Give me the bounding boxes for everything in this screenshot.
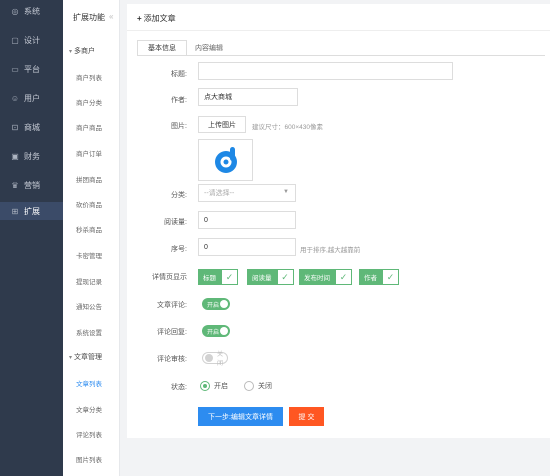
nav-label: 商城 [24, 122, 40, 132]
nav-item-system[interactable]: ◎ 系统 [0, 2, 63, 20]
category-label: 分类: [171, 192, 187, 199]
checkbox-author[interactable]: 作者 ✓ [359, 269, 399, 285]
building-icon: ♛ [11, 180, 19, 190]
nav-item-extensions[interactable]: ⊞ 扩展 [0, 202, 63, 220]
submenu-item[interactable]: 文章分类 [76, 404, 102, 414]
title-input[interactable] [198, 62, 453, 80]
submenu-item[interactable]: 秒杀商品 [76, 224, 102, 234]
title-label: 标题: [171, 71, 187, 78]
check-icon: ✓ [382, 269, 399, 285]
submenu-item[interactable]: 提现记录 [76, 276, 102, 286]
reads-label: 阅读量: [164, 219, 187, 226]
reply-switch[interactable]: 开启 [202, 325, 230, 337]
page-title: + 添加文章 [137, 14, 176, 23]
nav-item-marketing[interactable]: ♛ 营销 [0, 176, 63, 194]
nav-label: 系统 [24, 6, 40, 16]
submenu-item[interactable]: 商户分类 [76, 97, 102, 107]
upload-image-button[interactable]: 上传图片 [198, 116, 246, 133]
chevron-down-icon: ▼ [283, 189, 289, 195]
status-radio-off[interactable]: 关闭 [244, 381, 272, 391]
submenu-item[interactable]: 商户商品 [76, 122, 102, 132]
collapse-icon[interactable]: « [109, 12, 117, 22]
status-radio-on[interactable]: 开启 [200, 381, 228, 391]
nav-label: 用户 [24, 93, 40, 103]
main-panel: + 添加文章 基本信息 内容编辑 标题: 作者: 点大商城 图片: 上传图片 建议… [127, 4, 550, 438]
nav-item-platform[interactable]: ▭ 平台 [0, 60, 63, 78]
order-hint: 用于排序,越大越靠前 [300, 247, 361, 254]
monitor-icon: ▢ [11, 35, 19, 45]
user-icon: ☺ [10, 93, 20, 103]
image-size-hint: 建议尺寸：600×430像素 [252, 124, 323, 131]
audit-label: 评论审核: [157, 356, 187, 363]
submenu-item[interactable]: 商户订单 [76, 148, 102, 158]
author-input[interactable]: 点大商城 [198, 88, 298, 106]
check-icon: ✓ [221, 269, 238, 285]
caret-down-icon: ▾ [69, 49, 73, 55]
secondary-sidebar: 扩展功能 « ▾ 多商户 商户列表 商户分类 商户商品 商户订单 拼团商品 砍价商… [63, 0, 120, 476]
image-label: 图片: [171, 123, 187, 130]
audit-switch[interactable]: 关闭 [202, 352, 228, 367]
cart-icon: ⊡ [11, 122, 19, 132]
switch-knob [220, 327, 228, 335]
image-preview[interactable] [198, 139, 253, 181]
reply-label: 评论回复: [157, 329, 187, 336]
submenu-item[interactable]: 系统设置 [76, 327, 102, 337]
radio-icon [244, 381, 254, 391]
submenu-item[interactable]: 通知公告 [76, 301, 102, 311]
gear-icon: ◎ [11, 6, 19, 16]
nav-item-finance[interactable]: ▣ 财务 [0, 147, 63, 165]
submenu-item[interactable]: 拼团商品 [76, 174, 102, 184]
radio-icon [200, 381, 210, 391]
submenu-item[interactable]: 卡密管理 [76, 250, 102, 260]
submenu-item[interactable]: 商户列表 [76, 72, 102, 82]
logo-icon [214, 147, 237, 173]
nav-label: 扩展 [24, 206, 40, 216]
nav-item-design[interactable]: ▢ 设计 [0, 31, 63, 49]
checkbox-reads[interactable]: 阅读量 ✓ [247, 269, 294, 285]
submenu-item[interactable]: 图片列表 [76, 454, 102, 464]
reads-input[interactable]: 0 [198, 211, 296, 229]
screen-icon: ▭ [11, 64, 19, 74]
plus-icon: + [137, 14, 142, 23]
nav-item-users[interactable]: ☺ 用户 [0, 89, 63, 107]
submenu-item[interactable]: 砍价商品 [76, 199, 102, 209]
status-label: 状态: [171, 384, 187, 391]
menu-group-merchants[interactable]: ▾ 多商户 [69, 46, 95, 56]
submenu-item-article-list[interactable]: 文章列表 [76, 378, 102, 388]
order-input[interactable]: 0 [198, 238, 296, 256]
next-step-button[interactable]: 下一步:编辑文章详情 [198, 407, 283, 426]
switch-knob [220, 300, 228, 308]
submenu-item[interactable]: 评论列表 [76, 429, 102, 439]
tab-content-edit[interactable]: 内容编辑 [189, 40, 229, 56]
menu-group-articles[interactable]: ▾ 文章管理 [69, 352, 102, 362]
nav-label: 财务 [24, 151, 40, 161]
check-icon: ✓ [276, 269, 294, 285]
check-icon: ✓ [335, 269, 352, 285]
divider [127, 30, 550, 31]
comment-label: 文章评论: [157, 302, 187, 309]
comment-switch[interactable]: 开启 [202, 298, 230, 310]
caret-down-icon: ▾ [69, 355, 73, 361]
checkbox-title[interactable]: 标题 ✓ [198, 269, 238, 285]
nav-label: 营销 [24, 180, 40, 190]
category-select[interactable]: --请选择-- ▼ [198, 184, 296, 202]
detail-display-label: 详情页显示 [152, 274, 187, 281]
switch-knob [205, 354, 213, 362]
author-label: 作者: [171, 97, 187, 104]
wallet-icon: ▣ [11, 151, 19, 161]
tab-divider [137, 55, 545, 56]
checkbox-publish-time[interactable]: 发布时间 ✓ [299, 269, 352, 285]
submit-button[interactable]: 提 交 [289, 407, 324, 426]
order-label: 序号: [171, 246, 187, 253]
primary-sidebar: ◎ 系统 ▢ 设计 ▭ 平台 ☺ 用户 ⊡ 商城 ▣ 财务 ♛ 营销 ⊞ 扩展 [0, 0, 63, 476]
grid-icon: ⊞ [11, 206, 19, 216]
nav-label: 平台 [24, 64, 40, 74]
nav-label: 设计 [24, 35, 40, 45]
nav-item-mall[interactable]: ⊡ 商城 [0, 118, 63, 136]
tab-basic-info[interactable]: 基本信息 [137, 40, 187, 56]
